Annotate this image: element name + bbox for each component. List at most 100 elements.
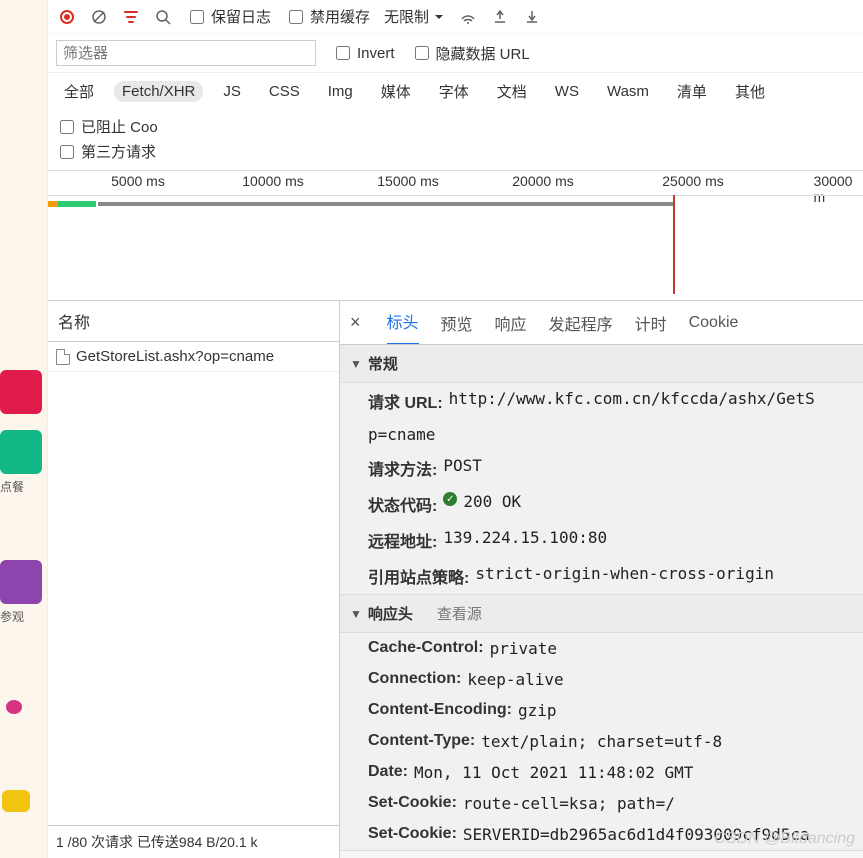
page-left-strip: 点餐 参观	[0, 0, 48, 858]
hide-data-urls-checkbox[interactable]: 隐藏数据 URL	[411, 43, 530, 64]
timeline-scrubber[interactable]	[673, 195, 675, 294]
network-conditions-icon[interactable]	[459, 8, 477, 26]
response-headers-section: ▼ 响应头 查看源 Cache-Control: private Connectio…	[340, 595, 863, 851]
referrer-label: 引用站点策略:	[368, 564, 469, 588]
response-header-value: keep-alive	[467, 670, 563, 689]
response-header-value: private	[490, 639, 557, 658]
type-chip-ws[interactable]: WS	[547, 81, 587, 102]
type-chip-wasm[interactable]: Wasm	[599, 81, 657, 102]
method-label: 请求方法:	[368, 456, 437, 480]
request-row[interactable]: GetStoreList.ashx?op=cname	[48, 342, 339, 372]
request-list-header[interactable]: 名称	[48, 301, 339, 342]
side-label: 点餐	[0, 478, 24, 495]
timeline-segment	[98, 202, 673, 206]
type-chip-media[interactable]: 媒体	[373, 79, 419, 104]
request-url-value: http://www.kfc.com.cn/kfccda/ashx/GetS	[449, 389, 815, 413]
response-header-value: route-cell=ksa; path=/	[463, 794, 675, 813]
invert-label: Invert	[357, 45, 395, 62]
request-details: × 标头 预览 响应 发起程序 计时 Cookie ▼ 常规 请求 URL:ht…	[340, 301, 863, 858]
response-header-key: Cache-Control:	[368, 639, 484, 658]
response-header-key: Set-Cookie:	[368, 794, 457, 813]
filter-icon[interactable]	[122, 8, 140, 26]
preserve-log-checkbox[interactable]: 保留日志	[186, 6, 271, 27]
referrer-value: strict-origin-when-cross-origin	[475, 564, 774, 588]
tab-preview[interactable]: 预览	[441, 301, 473, 345]
third-party-label: 第三方请求	[81, 141, 156, 162]
timeline-tick: 5000 ms	[111, 173, 165, 189]
tab-timing[interactable]: 计时	[635, 301, 667, 345]
response-header-value: gzip	[518, 701, 557, 720]
tab-initiator[interactable]: 发起程序	[549, 301, 613, 345]
side-block-pink	[6, 700, 22, 714]
type-chip-js[interactable]: JS	[215, 81, 249, 102]
response-header-value: Mon, 11 Oct 2021 11:48:02 GMT	[414, 763, 693, 782]
request-list: 名称 GetStoreList.ashx?op=cname 1 /80 次请求 …	[48, 301, 340, 858]
request-status-bar: 1 /80 次请求 已传送984 B/20.1 k	[48, 825, 339, 858]
status-ok-icon: ✓	[443, 492, 457, 506]
type-chip-doc[interactable]: 文档	[489, 79, 535, 104]
close-details-button[interactable]: ×	[350, 312, 361, 333]
response-header-value: text/plain; charset=utf-8	[481, 732, 722, 751]
clear-icon[interactable]	[90, 8, 108, 26]
timeline-tick: 10000 ms	[242, 173, 303, 189]
devtools-network-panel: 保留日志 禁用缓存 无限制 Invert 隐藏数据 URL 全部 Fetch/X…	[48, 0, 863, 858]
response-header-key: Content-Encoding:	[368, 701, 512, 720]
status-value: 200 OK	[463, 492, 521, 516]
timeline-axis	[48, 195, 863, 196]
blocked-cookies-checkbox[interactable]: 已阻止 Coo	[56, 116, 158, 137]
side-block-yellow	[2, 790, 30, 812]
response-header-row: Content-Type: text/plain; charset=utf-8	[340, 726, 863, 757]
response-header-row: Date: Mon, 11 Oct 2021 11:48:02 GMT	[340, 757, 863, 788]
filter-input[interactable]	[56, 40, 316, 66]
general-section-header[interactable]: ▼ 常规	[340, 345, 863, 383]
filter-row: Invert 隐藏数据 URL	[48, 34, 863, 73]
blocked-cookies-label: 已阻止 Coo	[81, 116, 158, 137]
response-headers-header[interactable]: ▼ 响应头 查看源	[340, 595, 863, 633]
timeline-tick: 15000 ms	[377, 173, 438, 189]
timeline-bars	[48, 201, 863, 213]
type-chip-css[interactable]: CSS	[261, 81, 308, 102]
side-block-teal	[0, 430, 42, 474]
record-icon[interactable]	[58, 8, 76, 26]
disable-cache-checkbox[interactable]: 禁用缓存	[285, 6, 370, 27]
type-chip-other[interactable]: 其他	[727, 79, 773, 104]
method-value: POST	[443, 456, 482, 480]
timeline-tick: 25000 ms	[662, 173, 723, 189]
type-chip-font[interactable]: 字体	[431, 79, 477, 104]
export-har-icon[interactable]	[523, 8, 541, 26]
response-header-key: Date:	[368, 763, 408, 782]
detail-tabs: × 标头 预览 响应 发起程序 计时 Cookie	[340, 301, 863, 345]
network-timeline[interactable]: 5000 ms 10000 ms 15000 ms 20000 ms 25000…	[48, 171, 863, 301]
search-icon[interactable]	[154, 8, 172, 26]
request-url-label: 请求 URL:	[368, 389, 443, 413]
network-toolbar: 保留日志 禁用缓存 无限制	[48, 0, 863, 34]
type-chip-img[interactable]: Img	[320, 81, 361, 102]
caret-down-icon: ▼	[350, 607, 362, 621]
type-chip-all[interactable]: 全部	[56, 79, 102, 104]
third-party-checkbox[interactable]: 第三方请求	[56, 141, 156, 162]
preserve-log-label: 保留日志	[211, 6, 271, 27]
import-har-icon[interactable]	[491, 8, 509, 26]
chevron-down-icon	[433, 11, 445, 23]
tab-headers[interactable]: 标头	[387, 301, 419, 345]
tab-response[interactable]: 响应	[495, 301, 527, 345]
view-source-link[interactable]: 查看源	[437, 603, 482, 624]
throttling-label: 无限制	[384, 6, 429, 27]
response-header-key: Content-Type:	[368, 732, 475, 751]
timeline-tick: 20000 ms	[512, 173, 573, 189]
detail-body[interactable]: ▼ 常规 请求 URL:http://www.kfc.com.cn/kfccda…	[340, 345, 863, 858]
response-header-key: Set-Cookie:	[368, 825, 457, 844]
throttling-select[interactable]: 无限制	[384, 6, 445, 27]
side-block-red	[0, 370, 42, 414]
response-header-row: Set-Cookie: route-cell=ksa; path=/	[340, 788, 863, 819]
invert-checkbox[interactable]: Invert	[332, 43, 395, 63]
caret-down-icon: ▼	[350, 357, 362, 371]
type-chip-manifest[interactable]: 清单	[669, 79, 715, 104]
side-block-purple	[0, 560, 42, 604]
response-header-row: Content-Encoding: gzip	[340, 695, 863, 726]
response-header-row: Connection:keep-alive	[340, 664, 863, 695]
tab-cookies[interactable]: Cookie	[689, 304, 739, 342]
status-label: 状态代码:	[368, 492, 437, 516]
response-header-row: Cache-Control: private	[340, 633, 863, 664]
type-chip-fetchxhr[interactable]: Fetch/XHR	[114, 81, 203, 102]
